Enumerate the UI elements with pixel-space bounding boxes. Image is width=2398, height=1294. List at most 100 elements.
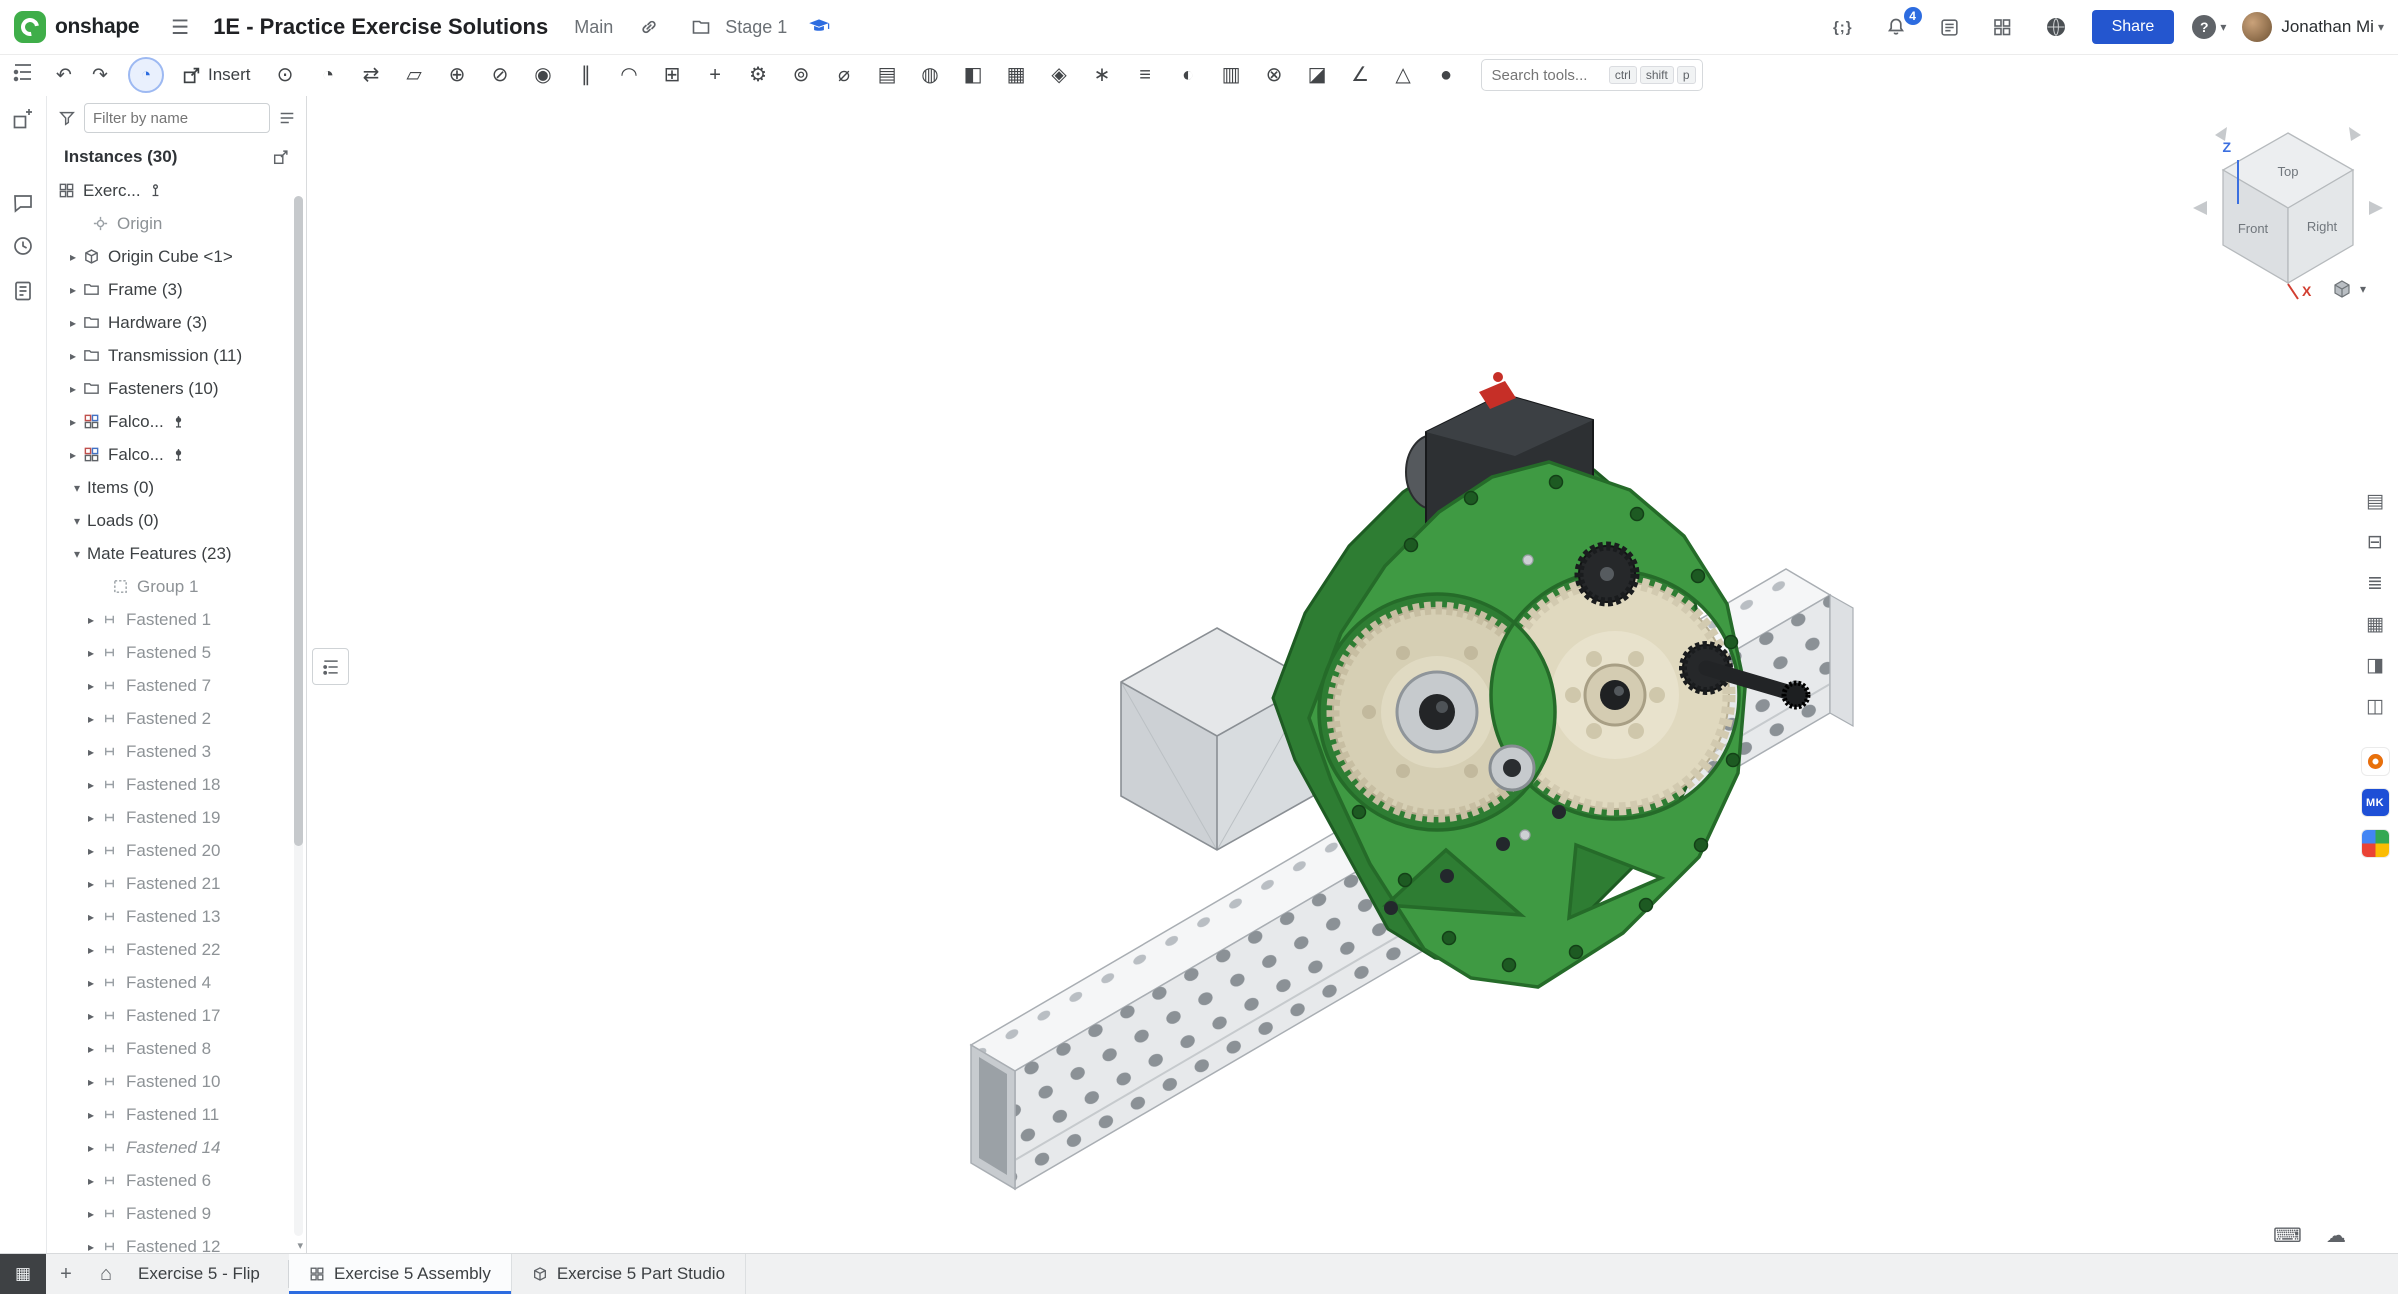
chevron-right-icon[interactable]: ▸ xyxy=(81,1240,101,1254)
panel-scrollbar-thumb[interactable] xyxy=(294,196,303,846)
chevron-right-icon[interactable]: ▸ xyxy=(81,910,101,924)
tree-item-origin[interactable]: Origin xyxy=(46,207,306,240)
notifications-bell-icon[interactable]: 4 xyxy=(1879,15,1913,39)
chevron-right-icon[interactable]: ▸ xyxy=(81,679,101,693)
document-title[interactable]: 1E - Practice Exercise Solutions xyxy=(213,14,548,40)
tree-item-frame-3[interactable]: ▸Frame (3) xyxy=(46,273,306,306)
mate-feature-fastened-11[interactable]: ▸Fastened 11 xyxy=(46,1098,306,1131)
chevron-right-icon[interactable]: ▸ xyxy=(81,1075,101,1089)
mate-feature-fastened-3[interactable]: ▸Fastened 3 xyxy=(46,735,306,768)
instances-header[interactable]: Instances (30) xyxy=(46,140,306,174)
mate-connector-button[interactable]: + xyxy=(695,57,736,93)
chevron-right-icon[interactable]: ▸ xyxy=(81,745,101,759)
notes-icon[interactable] xyxy=(11,279,35,303)
filter-funnel-icon[interactable] xyxy=(58,109,76,127)
tree-item-transmission-11[interactable]: ▸Transmission (11) xyxy=(46,339,306,372)
replicate-button[interactable]: ▦ xyxy=(996,57,1037,93)
appearance-panel-icon[interactable]: ◫ xyxy=(2360,691,2390,721)
chevron-right-icon[interactable]: ▸ xyxy=(81,1108,101,1122)
chevron-right-icon[interactable]: ▸ xyxy=(81,1042,101,1056)
mate-feature-fastened-14[interactable]: ▸Fastened 14 xyxy=(46,1131,306,1164)
mate-feature-fastened-7[interactable]: ▸Fastened 7 xyxy=(46,669,306,702)
active-tool-indicator[interactable]: ◔ xyxy=(128,57,164,93)
version-label[interactable]: Stage 1 xyxy=(725,17,787,38)
standard-content-button[interactable]: ◈ xyxy=(1039,57,1080,93)
mkcad-app-icon[interactable]: MK xyxy=(2362,789,2389,816)
material-panel-icon[interactable]: ◨ xyxy=(2360,650,2390,680)
ball-mate-button[interactable]: ◉ xyxy=(523,57,564,93)
chevron-right-icon[interactable]: ▸ xyxy=(63,382,83,396)
mate-feature-fastened-6[interactable]: ▸Fastened 6 xyxy=(46,1164,306,1197)
mate-feature-fastened-4[interactable]: ▸Fastened 4 xyxy=(46,966,306,999)
scroll-down-icon[interactable]: ▾ xyxy=(297,1239,303,1252)
mirror-button[interactable]: ◧ xyxy=(953,57,994,93)
circular-pattern-button[interactable]: ◍ xyxy=(910,57,951,93)
app-store-grid-icon[interactable] xyxy=(1986,16,2018,38)
configuration-panel-icon[interactable]: ⊟ xyxy=(2360,527,2390,557)
mate-feature-fastened-12[interactable]: ▸Fastened 12 xyxy=(46,1230,306,1254)
mass-properties-button[interactable]: △ xyxy=(1383,57,1424,93)
exploded-view-button[interactable]: ∗ xyxy=(1082,57,1123,93)
mate-feature-fastened-8[interactable]: ▸Fastened 8 xyxy=(46,1032,306,1065)
display-states-button[interactable]: ◐ xyxy=(1168,57,1209,93)
mate-feature-fastened-9[interactable]: ▸Fastened 9 xyxy=(46,1197,306,1230)
tree-item-falco[interactable]: ▸Falco... xyxy=(46,438,306,471)
pin-slot-mate-button[interactable]: ⊘ xyxy=(480,57,521,93)
workspace-label[interactable]: Main xyxy=(574,17,613,38)
chevron-right-icon[interactable]: ▸ xyxy=(81,646,101,660)
tree-section-items-0[interactable]: ▾Items (0) xyxy=(46,471,306,504)
chevron-right-icon[interactable]: ▸ xyxy=(63,415,83,429)
version-folder-icon[interactable] xyxy=(685,16,717,38)
custom-tables-panel-icon[interactable]: ≣ xyxy=(2360,568,2390,598)
revolute-mate-button[interactable]: ◔ xyxy=(308,57,349,93)
group-button[interactable]: ⊞ xyxy=(652,57,693,93)
chevron-right-icon[interactable]: ▸ xyxy=(63,349,83,363)
main-menu-icon[interactable]: ☰ xyxy=(165,14,195,41)
chevron-right-icon[interactable]: ▸ xyxy=(81,712,101,726)
help-button[interactable]: ? xyxy=(2192,15,2216,39)
properties-panel-icon[interactable]: ▤ xyxy=(2360,486,2390,516)
keyboard-shortcuts-icon[interactable]: ⌨ xyxy=(2273,1223,2302,1248)
chevron-right-icon[interactable]: ▸ xyxy=(63,250,83,264)
share-button[interactable]: Share xyxy=(2092,10,2175,44)
comments-icon[interactable] xyxy=(11,191,35,215)
chevron-right-icon[interactable]: ▸ xyxy=(81,943,101,957)
help-caret-icon[interactable]: ▾ xyxy=(2220,20,2226,34)
tab-exercise-5-part-studio[interactable]: Exercise 5 Part Studio xyxy=(512,1254,746,1294)
mate-feature-fastened-18[interactable]: ▸Fastened 18 xyxy=(46,768,306,801)
fasten-mate-button[interactable]: ⊙ xyxy=(265,57,306,93)
user-menu-caret-icon[interactable]: ▾ xyxy=(2378,20,2384,34)
tree-item-fasteners-10[interactable]: ▸Fasteners (10) xyxy=(46,372,306,405)
list-options-icon[interactable] xyxy=(278,109,296,127)
linear-pattern-button[interactable]: ▤ xyxy=(867,57,908,93)
mate-feature-fastened-17[interactable]: ▸Fastened 17 xyxy=(46,999,306,1032)
insert-button[interactable]: Insert xyxy=(176,64,257,86)
tree-item-origin-cube-1[interactable]: ▸Origin Cube <1> xyxy=(46,240,306,273)
section-view-button[interactable]: ◪ xyxy=(1297,57,1338,93)
planar-mate-button[interactable]: ▱ xyxy=(394,57,435,93)
cloud-status-icon[interactable]: ☁ xyxy=(2326,1223,2346,1248)
panel-scrollbar[interactable] xyxy=(294,196,303,1236)
mate-feature-fastened-22[interactable]: ▸Fastened 22 xyxy=(46,933,306,966)
chevron-right-icon[interactable]: ▸ xyxy=(81,1009,101,1023)
chevron-right-icon[interactable]: ▸ xyxy=(81,613,101,627)
integrated-app-icon[interactable] xyxy=(2362,748,2389,775)
insert-instances-icon[interactable] xyxy=(272,148,290,166)
tangent-mate-button[interactable]: ◠ xyxy=(609,57,650,93)
slider-icon[interactable] xyxy=(171,447,189,462)
filter-input[interactable] xyxy=(84,103,270,133)
onshape-logo-icon[interactable] xyxy=(14,11,46,43)
tree-item-falco[interactable]: ▸Falco... xyxy=(46,405,306,438)
link-icon[interactable] xyxy=(633,16,665,38)
assembly-structure-icon[interactable] xyxy=(11,60,35,84)
chevron-right-icon[interactable]: ▸ xyxy=(63,316,83,330)
tab-exercise-5-assembly[interactable]: Exercise 5 Assembly xyxy=(289,1254,512,1294)
named-positions-button[interactable]: ≡ xyxy=(1125,57,1166,93)
chevron-right-icon[interactable]: ▸ xyxy=(81,1207,101,1221)
chevron-right-icon[interactable]: ▸ xyxy=(81,976,101,990)
tree-section-mate-features-23[interactable]: ▾Mate Features (23) xyxy=(46,537,306,570)
tree-item-root-assembly[interactable]: Exerc... xyxy=(46,174,306,207)
view-options-button[interactable]: ▾ xyxy=(2326,278,2372,300)
slider-icon[interactable] xyxy=(171,414,189,429)
chevron-right-icon[interactable]: ▸ xyxy=(81,877,101,891)
